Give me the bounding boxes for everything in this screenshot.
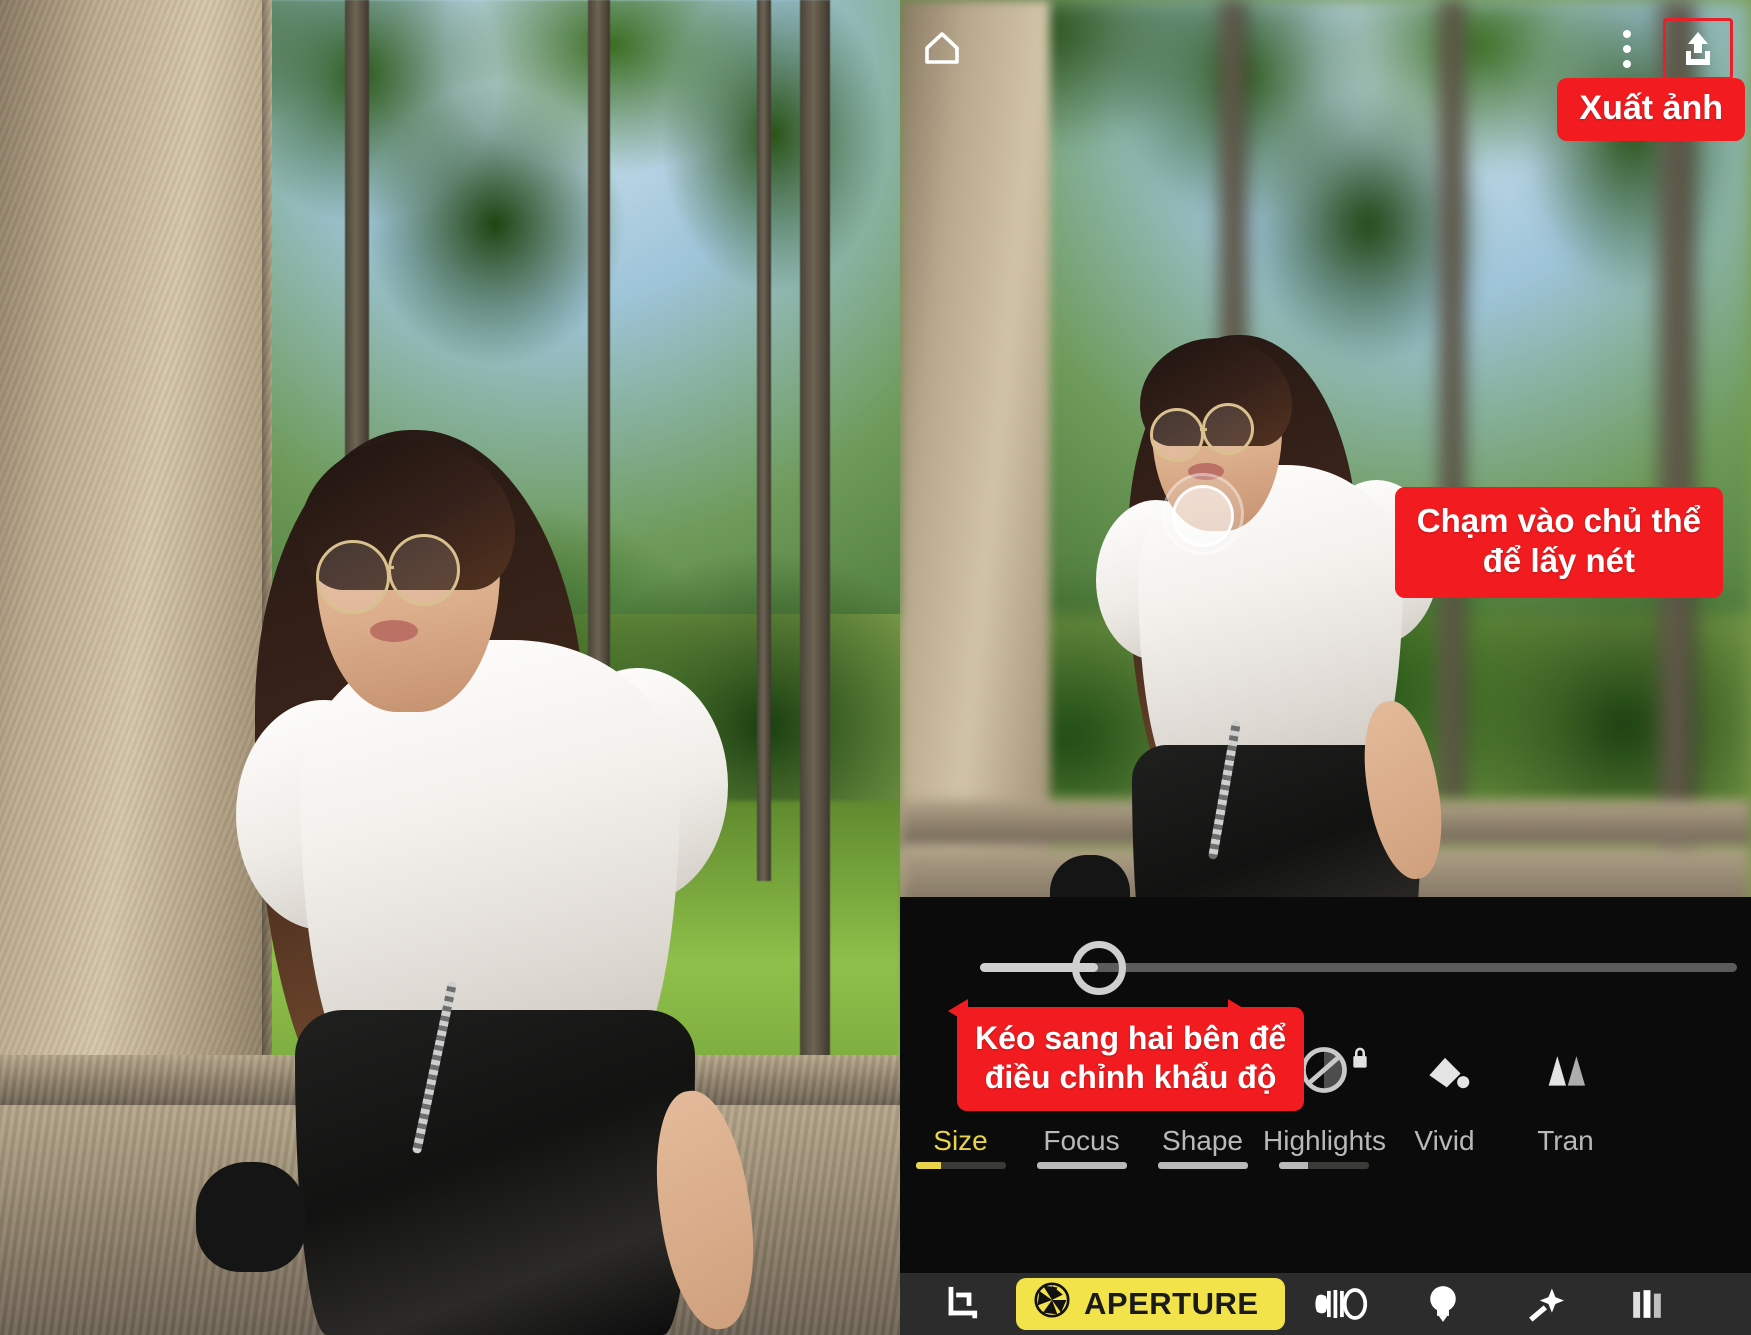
black-skirt (295, 1010, 695, 1335)
lips (370, 620, 418, 642)
lock-icon (1350, 1046, 1370, 1076)
tab-highlights-bar (1278, 1162, 1369, 1169)
magic-wand-icon[interactable] (1499, 1278, 1591, 1330)
light-bulb-icon[interactable] (1397, 1278, 1489, 1330)
tab-vivid[interactable]: Vivid (1384, 1125, 1505, 1157)
tab-size[interactable]: Size (900, 1125, 1021, 1169)
edited-photo-panel: Xuất ảnh Chạm vào chủ thể để lấy nét Siz… (900, 0, 1751, 1335)
tab-size-bar (915, 1162, 1006, 1169)
aperture-icon (1034, 1282, 1070, 1326)
aperture-button[interactable]: APERTURE (1016, 1278, 1285, 1330)
layers-icon[interactable] (1601, 1278, 1693, 1330)
tab-highlights[interactable]: Highlights (1263, 1125, 1386, 1169)
eyeglasses-right-lens (388, 534, 460, 606)
tree-trunk (800, 0, 830, 1175)
focus-reticle-outer (1162, 473, 1244, 555)
tab-vivid-label: Vivid (1414, 1125, 1475, 1156)
aperture-slider-knob[interactable] (1072, 941, 1126, 995)
callout-aperture-hint: Kéo sang hai bên để điều chỉnh khẩu độ (957, 1007, 1305, 1112)
share-export-icon[interactable] (1663, 18, 1733, 80)
white-blouse (300, 640, 680, 1070)
lens-icon[interactable] (1295, 1278, 1387, 1330)
eyeglasses-left-lens (316, 540, 390, 614)
callout-focus-line2: để lấy nét (1482, 542, 1635, 580)
app-root: Xuất ảnh Chạm vào chủ thể để lấy nét Siz… (0, 0, 1751, 1335)
bottom-toolbar: APERTURE (900, 1273, 1751, 1335)
tab-shape[interactable]: Shape (1142, 1125, 1263, 1169)
callout-focus-line1: Chạm vào chủ thể (1416, 502, 1701, 539)
adjust-label-row: Size Focus Shape Highlights Vivid Tran (900, 1125, 1751, 1187)
tree-trunk (757, 0, 771, 882)
adjust-icon-vivid[interactable] (1384, 1044, 1505, 1096)
tab-size-label: Size (933, 1125, 988, 1156)
more-vertical-icon[interactable] (1613, 24, 1641, 74)
edit-panel: Size Focus Shape Highlights Vivid Tran A… (900, 897, 1751, 1335)
tree-trunk-blurred (1440, 0, 1464, 801)
original-photo-panel (0, 0, 900, 1335)
callout-aperture-line2: điều chỉnh khẩu độ (984, 1059, 1277, 1096)
tab-highlights-label: Highlights (1263, 1125, 1386, 1156)
tab-shape-bar (1157, 1162, 1248, 1169)
eyeglasses-right-lens (1202, 403, 1254, 455)
tab-transition[interactable]: Tran (1505, 1125, 1626, 1157)
tab-focus-label: Focus (1043, 1125, 1120, 1156)
eyeglasses-bridge (1200, 428, 1207, 431)
callout-export-label: Xuất ảnh (1557, 78, 1745, 142)
original-photo (0, 0, 900, 1335)
top-bar (900, 0, 1751, 84)
callout-aperture-line1: Kéo sang hai bên để (975, 1020, 1287, 1056)
home-icon[interactable] (922, 28, 964, 70)
tab-shape-label: Shape (1162, 1125, 1243, 1156)
tab-focus[interactable]: Focus (1021, 1125, 1142, 1169)
eyeglasses-bridge (386, 566, 394, 569)
handbag (196, 1162, 306, 1272)
top-bar-actions (1613, 18, 1733, 80)
callout-focus-hint: Chạm vào chủ thể để lấy nét (1394, 487, 1723, 598)
adjust-icon-transition[interactable] (1505, 1044, 1626, 1096)
tab-focus-bar (1036, 1162, 1127, 1169)
tab-transition-label: Tran (1537, 1125, 1594, 1156)
crop-icon[interactable] (914, 1278, 1006, 1330)
eyeglasses-left-lens (1150, 408, 1204, 462)
aperture-button-label: APERTURE (1084, 1286, 1259, 1321)
